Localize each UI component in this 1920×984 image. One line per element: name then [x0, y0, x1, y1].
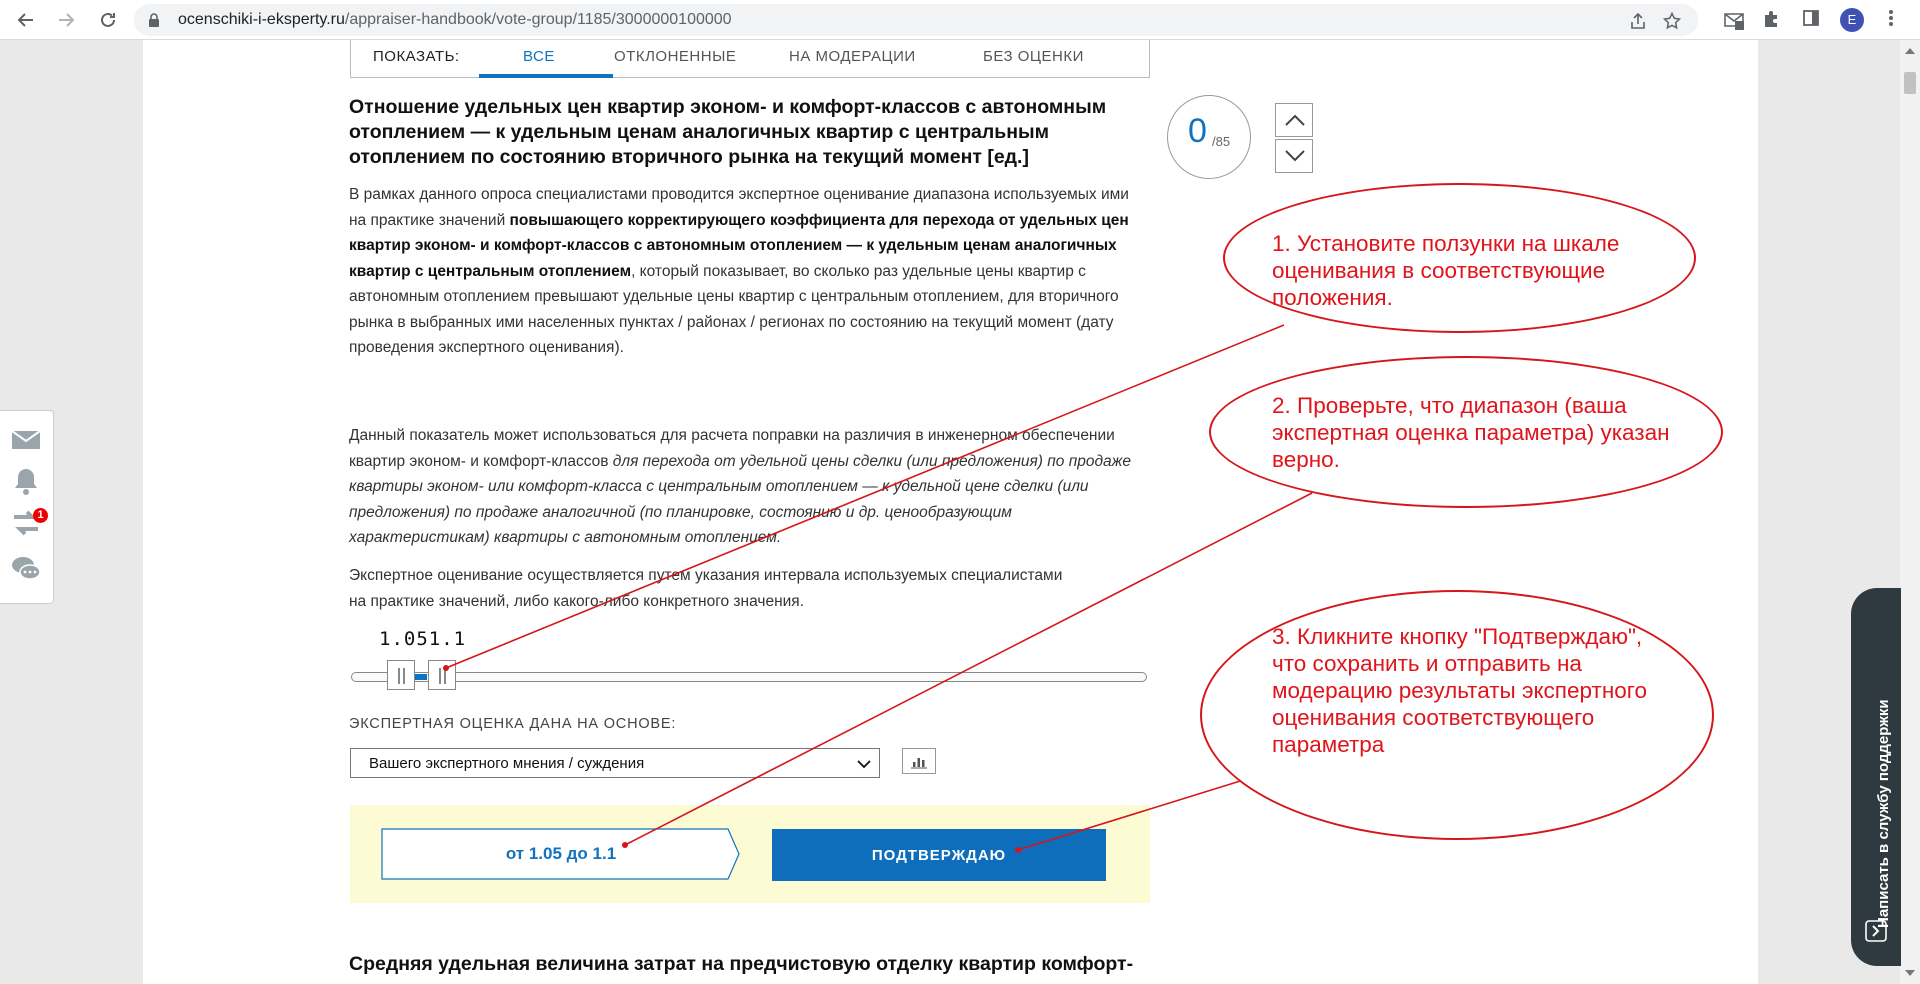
- annotation-lines: [443, 324, 1313, 853]
- annotation-step-3: 3. Кликните кнопку "Подтверждаю", что со…: [1272, 624, 1647, 757]
- annotation-step-1: 1. Установите ползунки на шкале оцениван…: [1272, 231, 1620, 310]
- annotation-step-2: 2. Проверьте, что диапазон (ваша эксперт…: [1272, 393, 1670, 472]
